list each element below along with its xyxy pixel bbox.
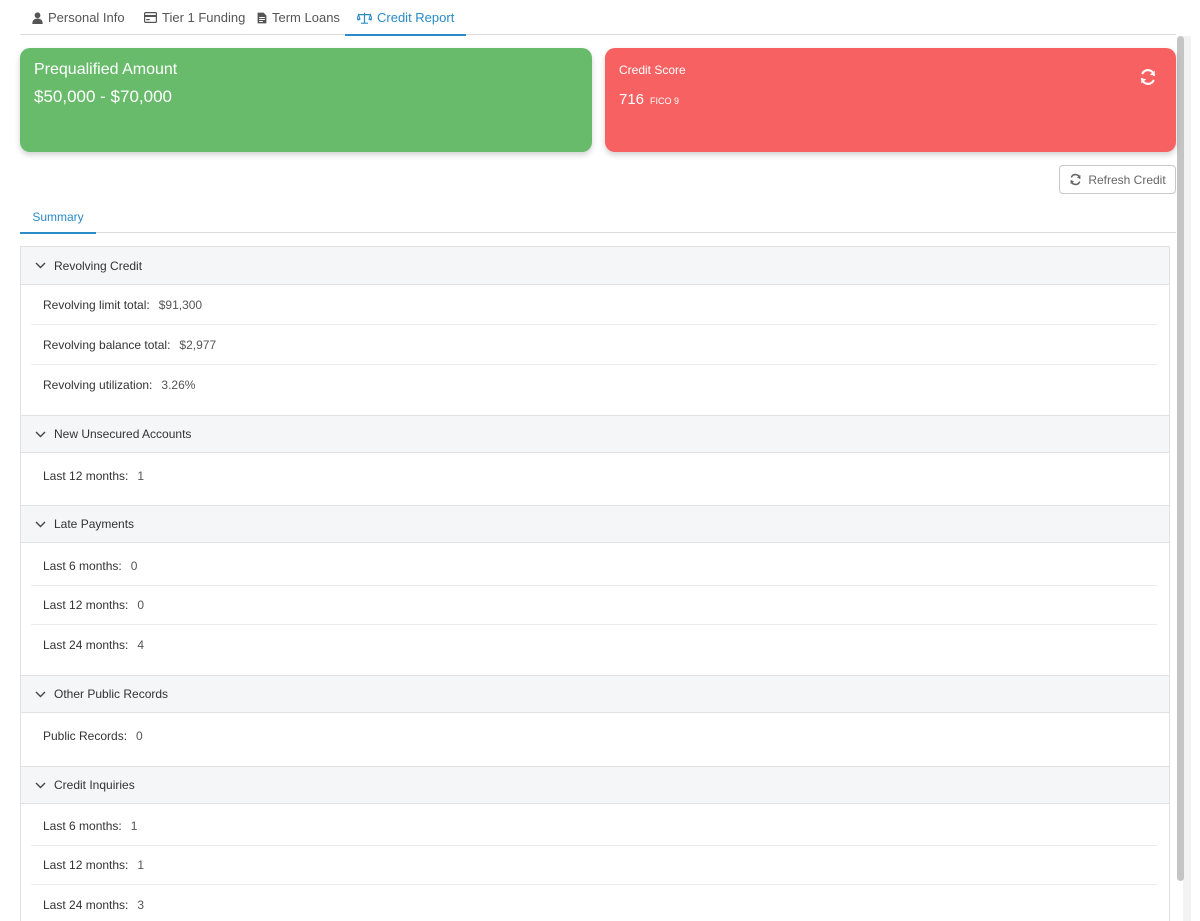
row-value: 1: [130, 819, 138, 833]
list-item: Last 12 months: 1: [31, 846, 1157, 885]
section-header-revolving-credit[interactable]: Revolving Credit: [21, 247, 1169, 285]
credit-score-card: Credit Score 716 FICO 9: [605, 48, 1176, 152]
row-value: 4: [137, 637, 145, 652]
row-label: Revolving limit total:: [43, 298, 150, 312]
list-item: Last 24 months: 4: [31, 625, 1157, 664]
tab-personal-info[interactable]: Personal Info: [32, 0, 125, 35]
tab-tier-1-funding[interactable]: Tier 1 Funding: [144, 0, 245, 35]
section-header-credit-inquiries[interactable]: Credit Inquiries: [21, 766, 1169, 804]
row-label: Last 6 months:: [43, 819, 122, 833]
chevron-down-icon: [35, 262, 46, 269]
chevron-down-icon: [35, 521, 46, 528]
tab-label: Summary: [32, 209, 84, 224]
row-label: Revolving balance total:: [43, 338, 171, 352]
refresh-credit-button[interactable]: Refresh Credit: [1059, 165, 1176, 194]
section-header-late-payments[interactable]: Late Payments: [21, 505, 1169, 543]
top-tab-bar: Personal Info Tier 1 Funding Term Loans …: [20, 0, 1176, 36]
prequalified-value: $50,000 - $70,000: [34, 87, 173, 106]
row-value: $91,300: [158, 298, 203, 312]
tab-label: Term Loans: [272, 10, 340, 25]
row-label: Last 24 months:: [43, 637, 129, 652]
row-value: 3.26%: [161, 377, 196, 392]
list-item: Last 12 months: 1: [31, 456, 1157, 495]
list-item: Last 24 months: 3: [31, 885, 1157, 921]
row-value: 0: [136, 728, 143, 743]
scrollbar-thumb[interactable]: [1177, 36, 1184, 881]
row-label: Last 6 months:: [43, 559, 122, 573]
user-icon: [32, 11, 43, 24]
tab-label: Personal Info: [48, 10, 125, 25]
refresh-credit-label: Refresh Credit: [1088, 172, 1166, 187]
row-label: Last 24 months:: [43, 897, 129, 912]
section-title: Late Payments: [54, 517, 135, 531]
tab-label: Tier 1 Funding: [162, 10, 246, 25]
refresh-icon: [1069, 173, 1082, 186]
credit-summary-accordion: Revolving Credit Revolving limit total: …: [20, 246, 1170, 921]
row-value: 0: [137, 598, 145, 612]
list-item: Last 6 months: 0: [31, 547, 1157, 586]
prequalified-amount-card: Prequalified Amount $50,000 - $70,000: [20, 48, 592, 152]
row-value: 0: [130, 559, 138, 573]
section-header-new-unsecured-accounts[interactable]: New Unsecured Accounts: [21, 415, 1169, 453]
tab-label: Credit Report: [377, 10, 455, 25]
tab-term-loans[interactable]: Term Loans: [257, 0, 340, 35]
tab-summary[interactable]: Summary: [20, 200, 96, 234]
chevron-down-icon: [35, 782, 46, 789]
section-header-other-public-records[interactable]: Other Public Records: [21, 675, 1169, 713]
row-value: $2,977: [179, 338, 217, 352]
section-title: Credit Inquiries: [54, 778, 135, 792]
refresh-icon[interactable]: [1139, 68, 1157, 86]
row-value: 3: [137, 897, 145, 912]
scrollbar-track[interactable]: [1183, 36, 1191, 921]
credit-score-model: FICO 9: [650, 96, 680, 106]
list-item: Last 6 months: 1: [31, 807, 1157, 846]
section-title: Other Public Records: [54, 687, 169, 701]
balance-scale-icon: [357, 12, 372, 24]
row-label: Public Records:: [43, 728, 128, 743]
list-item: Last 12 months: 0: [31, 586, 1157, 625]
section-title: New Unsecured Accounts: [54, 427, 192, 441]
row-label: Last 12 months:: [43, 598, 129, 612]
sub-tab-bar: Summary: [20, 200, 1176, 234]
list-item: Public Records: 0: [31, 716, 1157, 755]
document-icon: [257, 12, 267, 24]
credit-score-title: Credit Score: [619, 63, 686, 77]
section-title: Revolving Credit: [54, 258, 143, 273]
list-item: Revolving limit total: $91,300: [31, 286, 1157, 325]
row-value: 1: [137, 468, 145, 483]
list-item: Revolving balance total: $2,977: [31, 326, 1157, 365]
prequalified-title: Prequalified Amount: [34, 61, 178, 78]
credit-card-icon: [144, 12, 157, 23]
row-label: Revolving utilization:: [43, 377, 153, 392]
list-item: Revolving utilization: 3.26%: [31, 365, 1157, 404]
credit-score-display: 716 FICO 9: [619, 91, 679, 108]
chevron-down-icon: [35, 431, 46, 438]
chevron-down-icon: [35, 691, 46, 698]
row-label: Last 12 months:: [43, 858, 129, 872]
tab-credit-report[interactable]: Credit Report: [344, 0, 467, 36]
row-value: 1: [137, 858, 145, 872]
row-label: Last 12 months:: [43, 468, 129, 483]
credit-score-value: 716: [619, 91, 645, 108]
